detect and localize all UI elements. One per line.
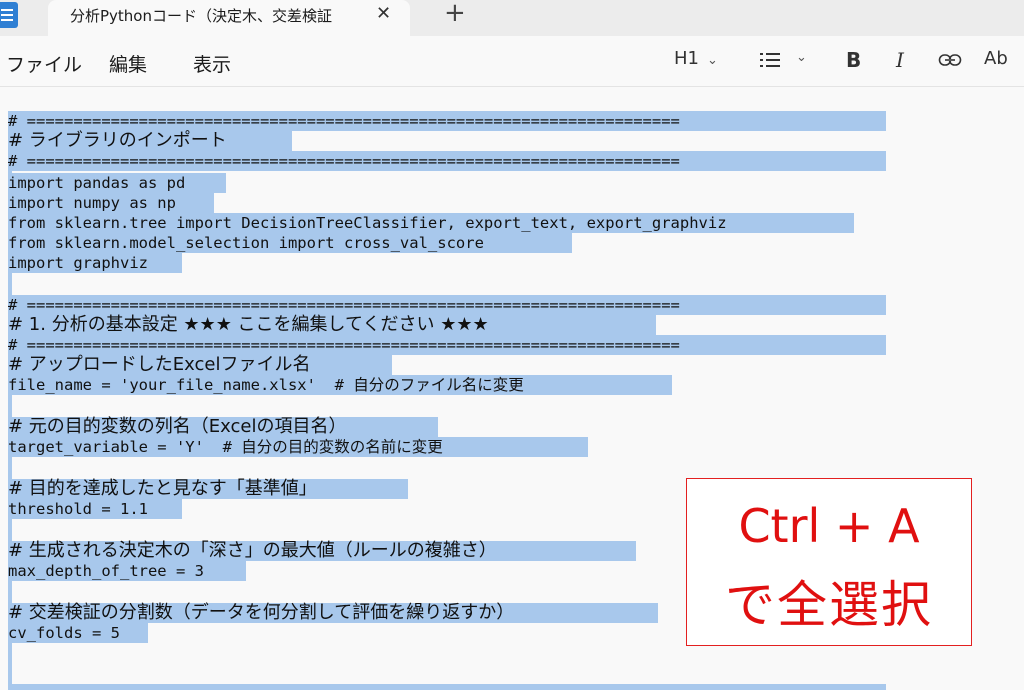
tab-title: 分析Pythonコード（決定木、交差検証 <box>70 7 332 25</box>
bullet-list-icon[interactable] <box>760 53 780 67</box>
link-icon[interactable] <box>938 52 962 68</box>
selection-tail <box>8 684 886 690</box>
code-line: # 生成される決定木の「深さ」の最大値（ルールの複雑さ） <box>8 541 636 561</box>
code-line: from sklearn.model_selection import cros… <box>8 233 572 253</box>
code-line: # ======================================… <box>8 151 886 171</box>
code-line: target_variable = 'Y' # 自分の目的変数の名前に変更 <box>8 437 588 457</box>
code-line: threshold = 1.1 <box>8 499 182 519</box>
code-line: # 元の目的変数の列名（Excelの項目名） <box>8 417 438 437</box>
heading-dropdown[interactable]: H1 ⌄ <box>674 48 718 69</box>
code-line: # 1. 分析の基本設定 ★★★ ここを編集してください ★★★ <box>8 315 656 335</box>
menu-file[interactable]: ファイル <box>6 50 82 77</box>
code-line: cv_folds = 5 <box>8 623 148 643</box>
code-line: import graphviz <box>8 253 182 273</box>
code-line: import pandas as pd <box>8 173 226 193</box>
annotation-caption: で全選択 <box>725 576 933 634</box>
plus-icon[interactable]: + <box>444 0 466 28</box>
code-line: # ======================================… <box>8 295 886 315</box>
notepad-app-icon <box>0 2 18 28</box>
menu-view[interactable]: 表示 <box>193 50 231 77</box>
document-tab[interactable]: 分析Pythonコード（決定木、交差検証 ✕ <box>48 0 410 36</box>
spellcheck-icon[interactable]: Ab <box>984 48 1008 69</box>
italic-button[interactable]: I <box>896 48 904 72</box>
code-line: max_depth_of_tree = 3 <box>8 561 246 581</box>
close-icon[interactable]: ✕ <box>376 3 391 24</box>
menu-bar: ファイル 編集 表示 H1 ⌄ ⌄ B I Ab <box>0 36 1024 87</box>
code-line: # アップロードしたExcelファイル名 <box>8 355 392 375</box>
menu-edit[interactable]: 編集 <box>109 50 147 77</box>
code-line: file_name = 'your_file_name.xlsx' # 自分のフ… <box>8 375 672 395</box>
heading-label: H1 <box>674 48 699 69</box>
code-line: from sklearn.tree import DecisionTreeCla… <box>8 213 854 233</box>
code-line: # ======================================… <box>8 111 886 131</box>
title-bar: 分析Pythonコード（決定木、交差検証 ✕ + <box>0 0 1024 36</box>
chevron-down-icon: ⌄ <box>707 53 718 68</box>
code-line: # ライブラリのインポート <box>8 131 292 151</box>
instruction-annotation: Ctrl + A で全選択 <box>686 478 972 646</box>
code-line: # 交差検証の分割数（データを何分割して評価を繰り返すか） <box>8 603 658 623</box>
annotation-shortcut: Ctrl + A <box>738 499 920 553</box>
code-line: # ======================================… <box>8 335 886 355</box>
bold-button[interactable]: B <box>846 48 861 72</box>
code-line: import numpy as np <box>8 193 214 213</box>
code-line: # 目的を達成したと見なす「基準値」 <box>8 479 408 499</box>
chevron-down-icon[interactable]: ⌄ <box>796 50 807 65</box>
